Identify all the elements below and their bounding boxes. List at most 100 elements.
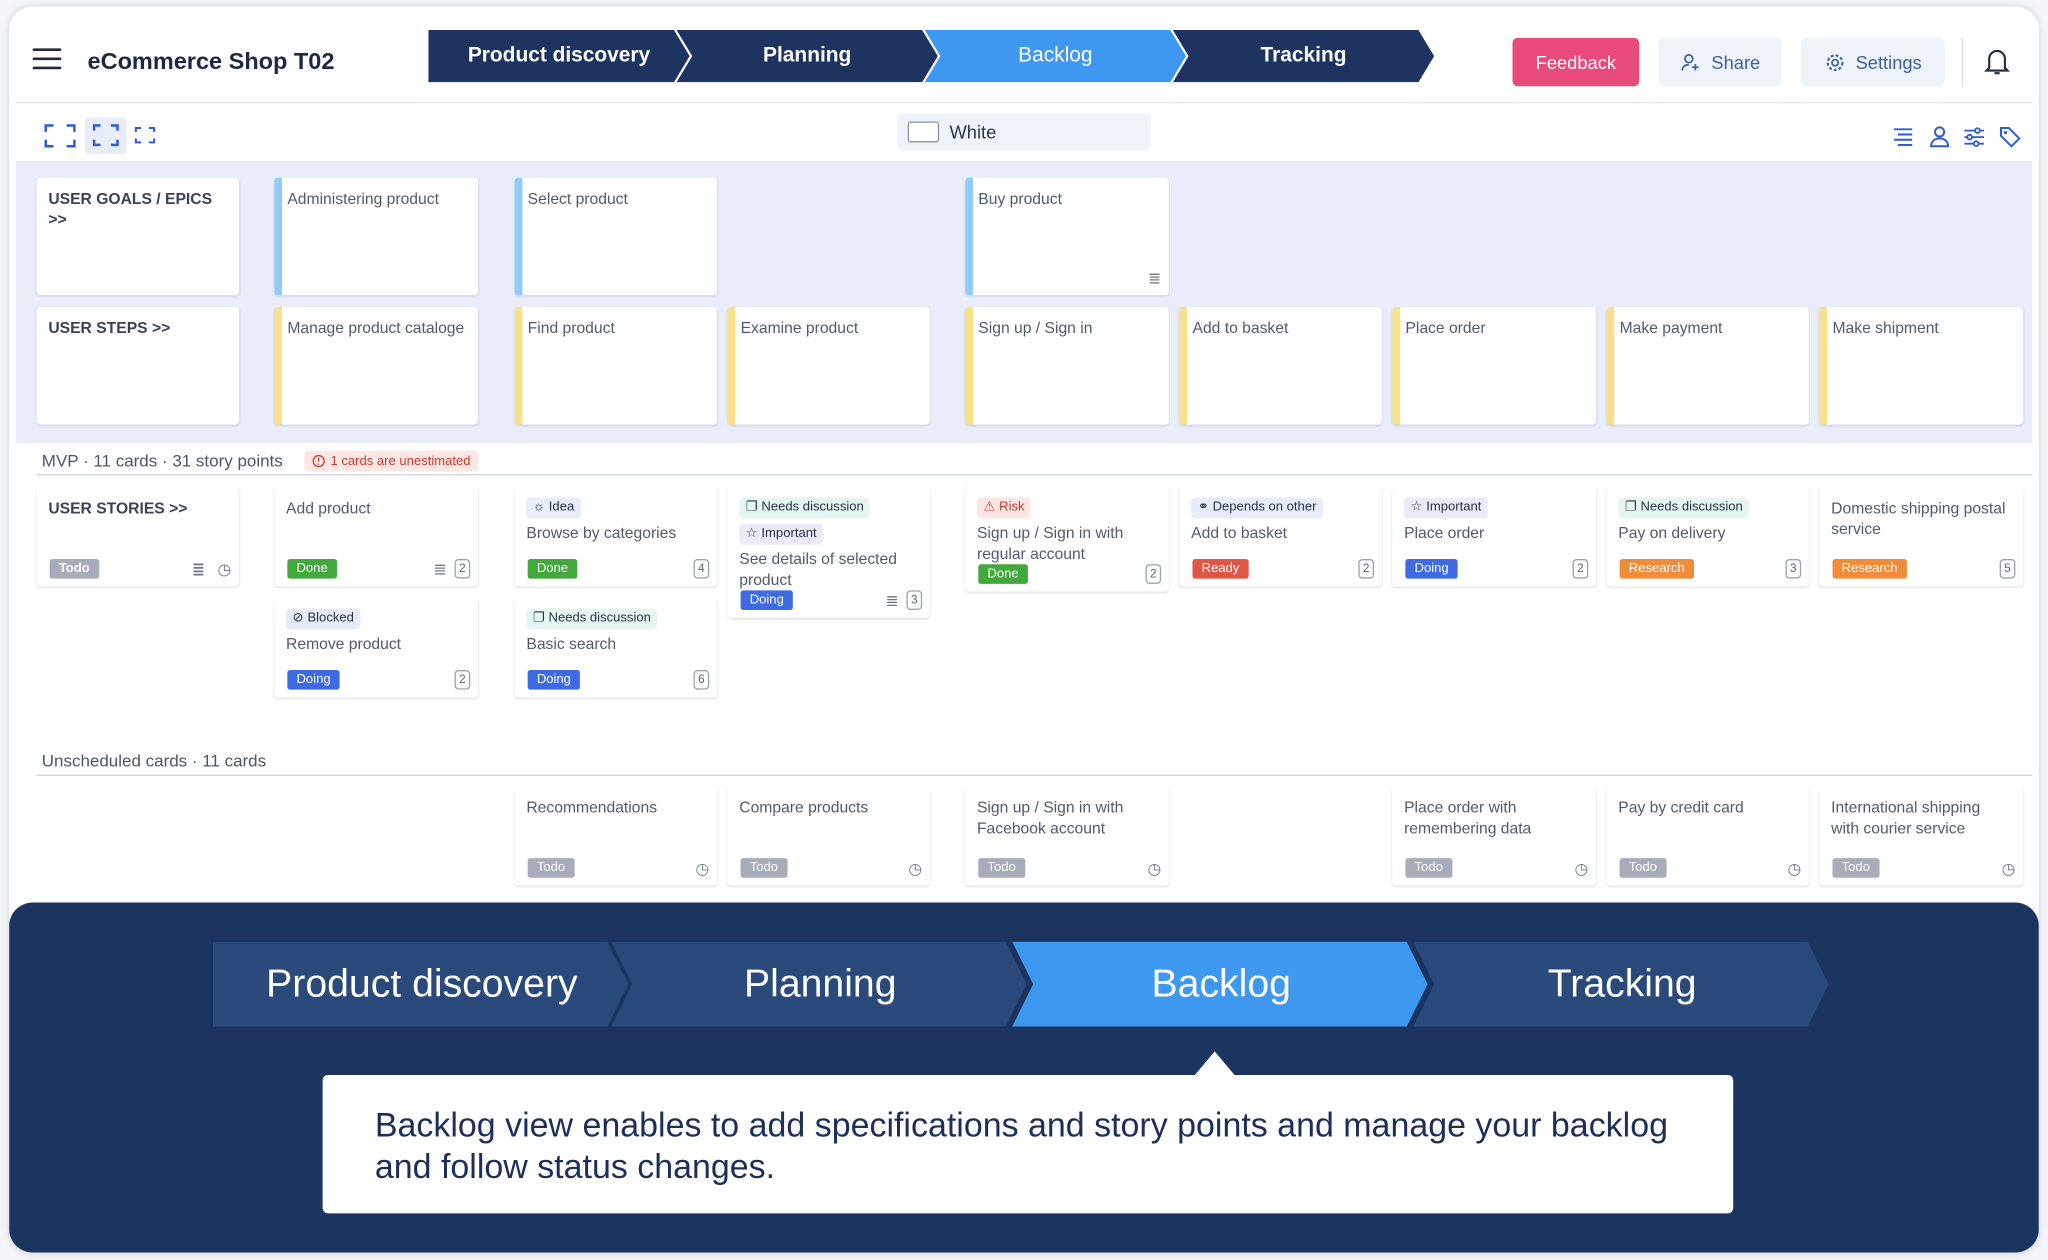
goal-card[interactable]: Buy product ≣ [965, 177, 1169, 296]
step-card[interactable]: Sign up / Sign in [965, 306, 1169, 425]
story-title: Pay on delivery [1618, 523, 1726, 543]
stage-planning[interactable]: Planning [676, 30, 938, 83]
lightbulb-icon: ☼ [532, 500, 545, 515]
tutorial-overlay: Product discovery Planning Backlog Track… [9, 902, 2039, 1253]
step-card[interactable]: Find product [514, 306, 718, 425]
row-label-stories: USER STORIES >> Todo ≣ ◷ [36, 487, 240, 587]
story-title: Sign up / Sign in with regular account [976, 523, 1124, 563]
story-card[interactable]: ❐ Needs discussion Pay on delivery Resear… [1606, 487, 1809, 587]
status-badge: Doing [740, 590, 793, 610]
story-card[interactable]: ☆ Important Place order Doing 2 [1392, 487, 1597, 587]
chat-icon: ❐ [1624, 500, 1637, 515]
unscheduled-card[interactable]: Sign up / Sign in with Facebook account … [965, 786, 1169, 886]
story-card[interactable]: ⚭ Depends on other Add to basket Ready 2 [1179, 487, 1382, 587]
status-badge: Todo [1619, 858, 1667, 878]
overlay-stage-backlog: Backlog [1012, 941, 1430, 1027]
unscheduled-card[interactable]: Place order with remembering data Todo ◷ [1392, 786, 1597, 886]
story-card[interactable]: ❐ Needs discussion ☆ Important See details… [727, 487, 930, 618]
card-color-select[interactable]: White [897, 113, 1151, 151]
blocked-icon: ⊘ [292, 611, 304, 626]
color-swatch [907, 121, 940, 143]
story-title: Add to basket [1191, 523, 1288, 543]
callout-pointer [1193, 1051, 1236, 1077]
story-points: 2 [1572, 559, 1589, 579]
stage-product-discovery[interactable]: Product discovery [428, 30, 690, 83]
description-icon: ≣ [1147, 269, 1162, 288]
link-icon: ⚭ [1197, 500, 1209, 515]
sliders-icon[interactable] [1963, 127, 1985, 148]
share-button[interactable]: Share [1658, 37, 1782, 87]
story-card[interactable]: ❐ Needs discussion Basic search Doing 6 [514, 598, 718, 698]
user-filter-icon[interactable] [1929, 125, 1950, 148]
card-title: Pay by credit card [1618, 798, 1744, 817]
chat-icon: ❐ [745, 500, 758, 515]
expand-medium-icon [92, 124, 119, 147]
stage-navigation: Product discovery Planning Backlog Track… [428, 30, 1447, 83]
row-label-steps: USER STEPS >> [36, 306, 240, 425]
stage-tracking[interactable]: Tracking [1172, 30, 1435, 83]
app-window: eCommerce Shop T02 Product discovery Pla… [9, 6, 2039, 1253]
status-badge: Done [978, 564, 1028, 584]
story-card[interactable]: Domestic shipping postal service Researc… [1819, 487, 2024, 587]
step-card[interactable]: Manage product cataloge [274, 306, 479, 425]
bell-icon[interactable] [1984, 46, 2011, 84]
unscheduled-card[interactable]: International shipping with courier serv… [1819, 786, 2024, 886]
tag-blocked: ⊘ Blocked [286, 608, 361, 630]
tag-icon[interactable] [1999, 127, 2021, 148]
overlay-stage-product-discovery: Product discovery [212, 941, 631, 1027]
chat-icon: ❐ [532, 611, 545, 626]
star-icon: ☆ [745, 526, 758, 541]
tag-risk: ⚠ Risk [976, 497, 1032, 519]
status-badge: Doing [287, 670, 340, 690]
story-title: See details of selected product [739, 549, 897, 590]
warning-text: 1 cards are unestimated [330, 453, 471, 469]
step-card[interactable]: Place order [1392, 306, 1597, 425]
goal-title: Buy product [978, 189, 1062, 208]
description-icon: ≣ [433, 560, 447, 579]
expand-small-icon[interactable] [134, 126, 156, 144]
step-card[interactable]: Add to basket [1179, 306, 1382, 425]
clock-icon: ◷ [695, 859, 710, 878]
unscheduled-card[interactable]: Recommendations Todo ◷ [514, 786, 718, 886]
story-points: 2 [454, 559, 471, 579]
card-title: Recommendations [526, 798, 658, 817]
card-title: Compare products [739, 798, 869, 817]
story-title: Domestic shipping postal service [1831, 498, 2006, 539]
description-icon: ≣ [191, 560, 206, 579]
step-card[interactable]: Make shipment [1819, 306, 2024, 425]
step-card[interactable]: Examine product [727, 306, 930, 425]
description-icon: ≣ [885, 591, 899, 610]
status-badge: Research [1619, 559, 1694, 579]
story-card[interactable]: ⊘ Blocked Remove product Doing 2 [274, 598, 479, 698]
gear-icon [1826, 53, 1844, 71]
step-card[interactable]: Make payment [1606, 306, 1809, 425]
story-points: 3 [906, 590, 923, 610]
goal-card[interactable]: Select product [514, 177, 718, 296]
tag-needs-discussion: ❐ Needs discussion [526, 608, 658, 630]
story-points: 4 [693, 559, 710, 579]
expand-medium-button[interactable] [84, 117, 127, 155]
hamburger-menu-icon[interactable] [32, 48, 62, 72]
alert-circle-icon [312, 454, 325, 468]
tag-needs-discussion: ❐ Needs discussion [1618, 497, 1750, 519]
feedback-label: Feedback [1535, 51, 1616, 73]
card-title: International shipping with courier serv… [1831, 798, 1981, 838]
settings-button[interactable]: Settings [1801, 37, 1945, 87]
expand-large-icon[interactable] [44, 124, 76, 148]
unscheduled-card[interactable]: Pay by credit card Todo ◷ [1606, 786, 1809, 886]
status-badge: Doing [527, 670, 581, 690]
tag-important: ☆ Important [739, 523, 824, 545]
unestimated-warning: 1 cards are unestimated [304, 450, 479, 472]
story-points: 3 [1785, 559, 1802, 579]
status-badge: Todo [1832, 858, 1880, 878]
story-card[interactable]: ⚠ Risk Sign up / Sign in with regular acc… [965, 487, 1169, 592]
list-view-icon[interactable] [1893, 127, 1914, 148]
goal-card[interactable]: Administering product [274, 177, 479, 296]
story-title: Browse by categories [526, 523, 677, 543]
stage-backlog[interactable]: Backlog [924, 30, 1186, 83]
story-card[interactable]: ☼ Idea Browse by categories Done 4 [514, 487, 718, 587]
unscheduled-card[interactable]: Compare products Todo ◷ [727, 786, 930, 886]
story-card[interactable]: Add product Done ≣ 2 [274, 487, 479, 587]
add-user-icon [1681, 53, 1700, 70]
feedback-button[interactable]: Feedback [1512, 37, 1640, 87]
